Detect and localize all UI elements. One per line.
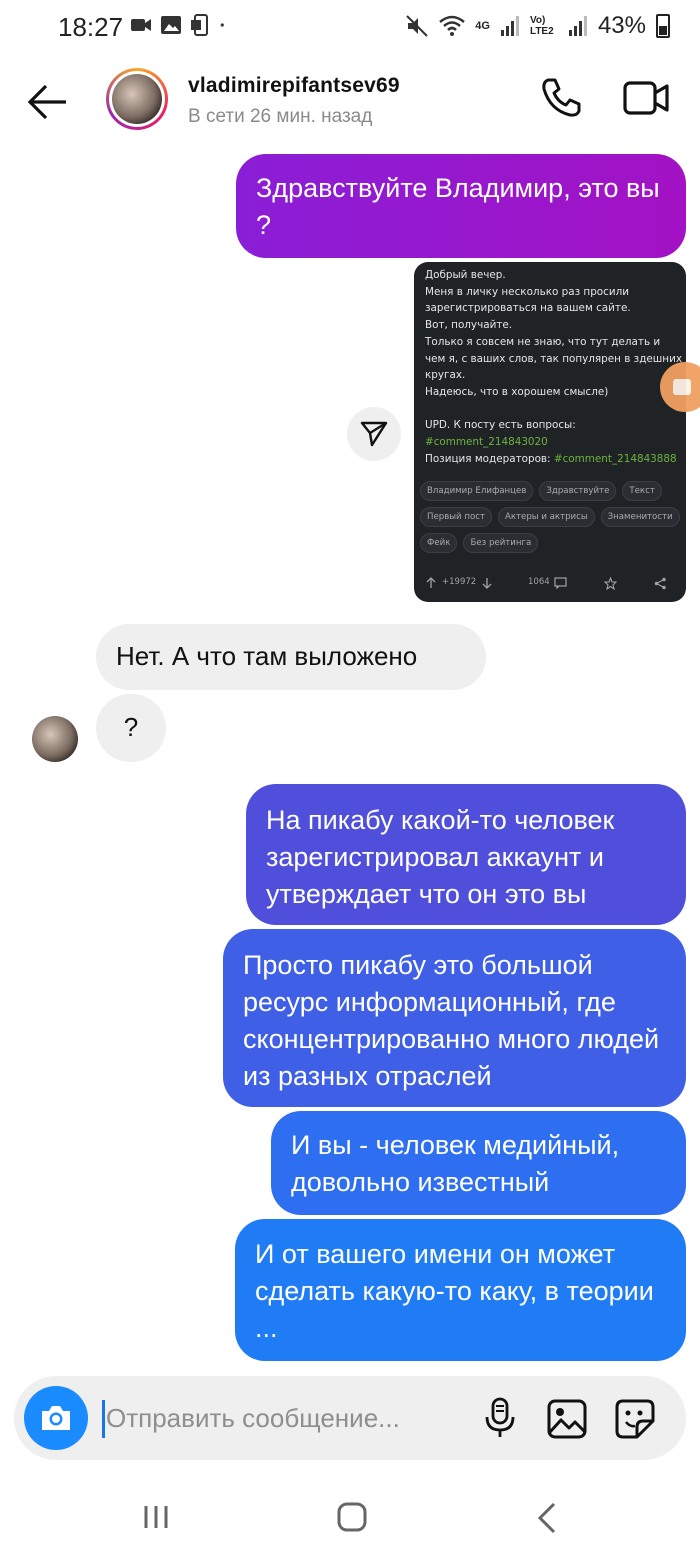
share-button[interactable]: [347, 407, 401, 461]
chat-header: vladimirepifantsev69 В сети 26 мин. наза…: [0, 58, 700, 144]
upvote-icon: [426, 577, 436, 588]
post-tag: Владимир Елифанцев: [420, 481, 534, 501]
camera-button[interactable]: [24, 1386, 88, 1450]
sticker-icon[interactable]: [614, 1398, 656, 1440]
screenshot-notification-icon: [191, 14, 208, 36]
avatar[interactable]: [106, 68, 168, 130]
outgoing-message[interactable]: И от вашего имени он может сделать какую…: [235, 1219, 686, 1361]
post-tag: Знаменитости: [600, 507, 680, 527]
notification-icons: [130, 14, 230, 36]
message-composer: [14, 1376, 686, 1460]
microphone-icon[interactable]: [482, 1396, 518, 1440]
incoming-message[interactable]: Нет. А что там выложено: [96, 624, 486, 690]
post-comment-link: #comment_214843020: [425, 436, 548, 449]
battery-icon: [656, 14, 670, 38]
post-comment-link: #comment_214843888: [553, 452, 677, 465]
network-4g-label: 4G: [475, 19, 490, 32]
signal-icon: [500, 16, 519, 36]
post-text: Добрый вечер. Меня в личку несколько раз…: [425, 269, 682, 465]
dot-icon: [220, 23, 224, 27]
network-lte-label: Vo) LTE2: [529, 15, 554, 37]
message-input[interactable]: [106, 1396, 466, 1440]
contact-username[interactable]: vladimirepifantsev69: [188, 74, 400, 98]
comment-icon: [554, 577, 567, 589]
status-time: 18:27: [58, 12, 124, 42]
post-footer: +19972 1064: [414, 574, 686, 594]
star-icon: [604, 577, 617, 590]
post-rating: +19972: [442, 577, 477, 587]
status-right: 4G Vo) LTE2 43%: [405, 12, 670, 40]
gallery-notification-icon: [161, 16, 181, 34]
wifi-icon: [439, 15, 466, 36]
send-icon: [360, 421, 388, 447]
outgoing-message[interactable]: Просто пикабу это большой ресурс информа…: [223, 929, 686, 1107]
post-tag: Здравствуйте: [539, 481, 617, 501]
battery-percent: 43%: [597, 12, 646, 39]
home-icon[interactable]: [337, 1502, 367, 1532]
status-bar: 18:27 4G Vo) LTE2 43%: [0, 0, 700, 56]
incoming-message[interactable]: ?: [96, 694, 166, 762]
floating-camera-icon[interactable]: [660, 362, 700, 412]
post-tag: Фейк: [420, 533, 458, 553]
signal-2-icon: [568, 16, 587, 36]
share-post-icon: [654, 577, 666, 590]
outgoing-message[interactable]: На пикабу какой-то человек зарегистриров…: [246, 784, 686, 925]
post-comments-count: 1064: [528, 577, 550, 587]
post-tags: Владимир Елифанцев Здравствуйте Текст Пе…: [420, 481, 682, 553]
phone-icon[interactable]: [540, 76, 582, 118]
post-tag: Текст: [622, 481, 662, 501]
video-camera-icon[interactable]: [622, 80, 670, 116]
outgoing-message[interactable]: Здравствуйте Владимир, это вы ?: [236, 154, 686, 258]
video-notification-icon: [131, 19, 151, 31]
back-arrow-icon[interactable]: [24, 80, 72, 124]
recent-apps-icon[interactable]: [142, 1504, 170, 1530]
nav-back-icon[interactable]: [536, 1502, 558, 1534]
camera-badge-icon: [673, 379, 691, 395]
gallery-icon[interactable]: [546, 1398, 588, 1440]
avatar-photo: [112, 74, 162, 124]
contact-status: В сети 26 мин. назад: [188, 106, 373, 127]
post-tag: Без рейтинга: [463, 533, 539, 553]
downvote-icon: [482, 578, 492, 589]
sender-avatar[interactable]: [32, 716, 78, 762]
outgoing-message[interactable]: И вы - человек медийный, довольно извест…: [271, 1111, 686, 1215]
text-caret: [102, 1400, 105, 1438]
system-navigation-bar: [0, 1478, 700, 1556]
post-tag: Актеры и актрисы: [497, 507, 595, 527]
shared-post-image[interactable]: Добрый вечер. Меня в личку несколько раз…: [414, 262, 686, 602]
camera-icon: [42, 1406, 70, 1430]
mute-icon: [406, 15, 428, 37]
post-tag: Первый пост: [420, 507, 492, 527]
